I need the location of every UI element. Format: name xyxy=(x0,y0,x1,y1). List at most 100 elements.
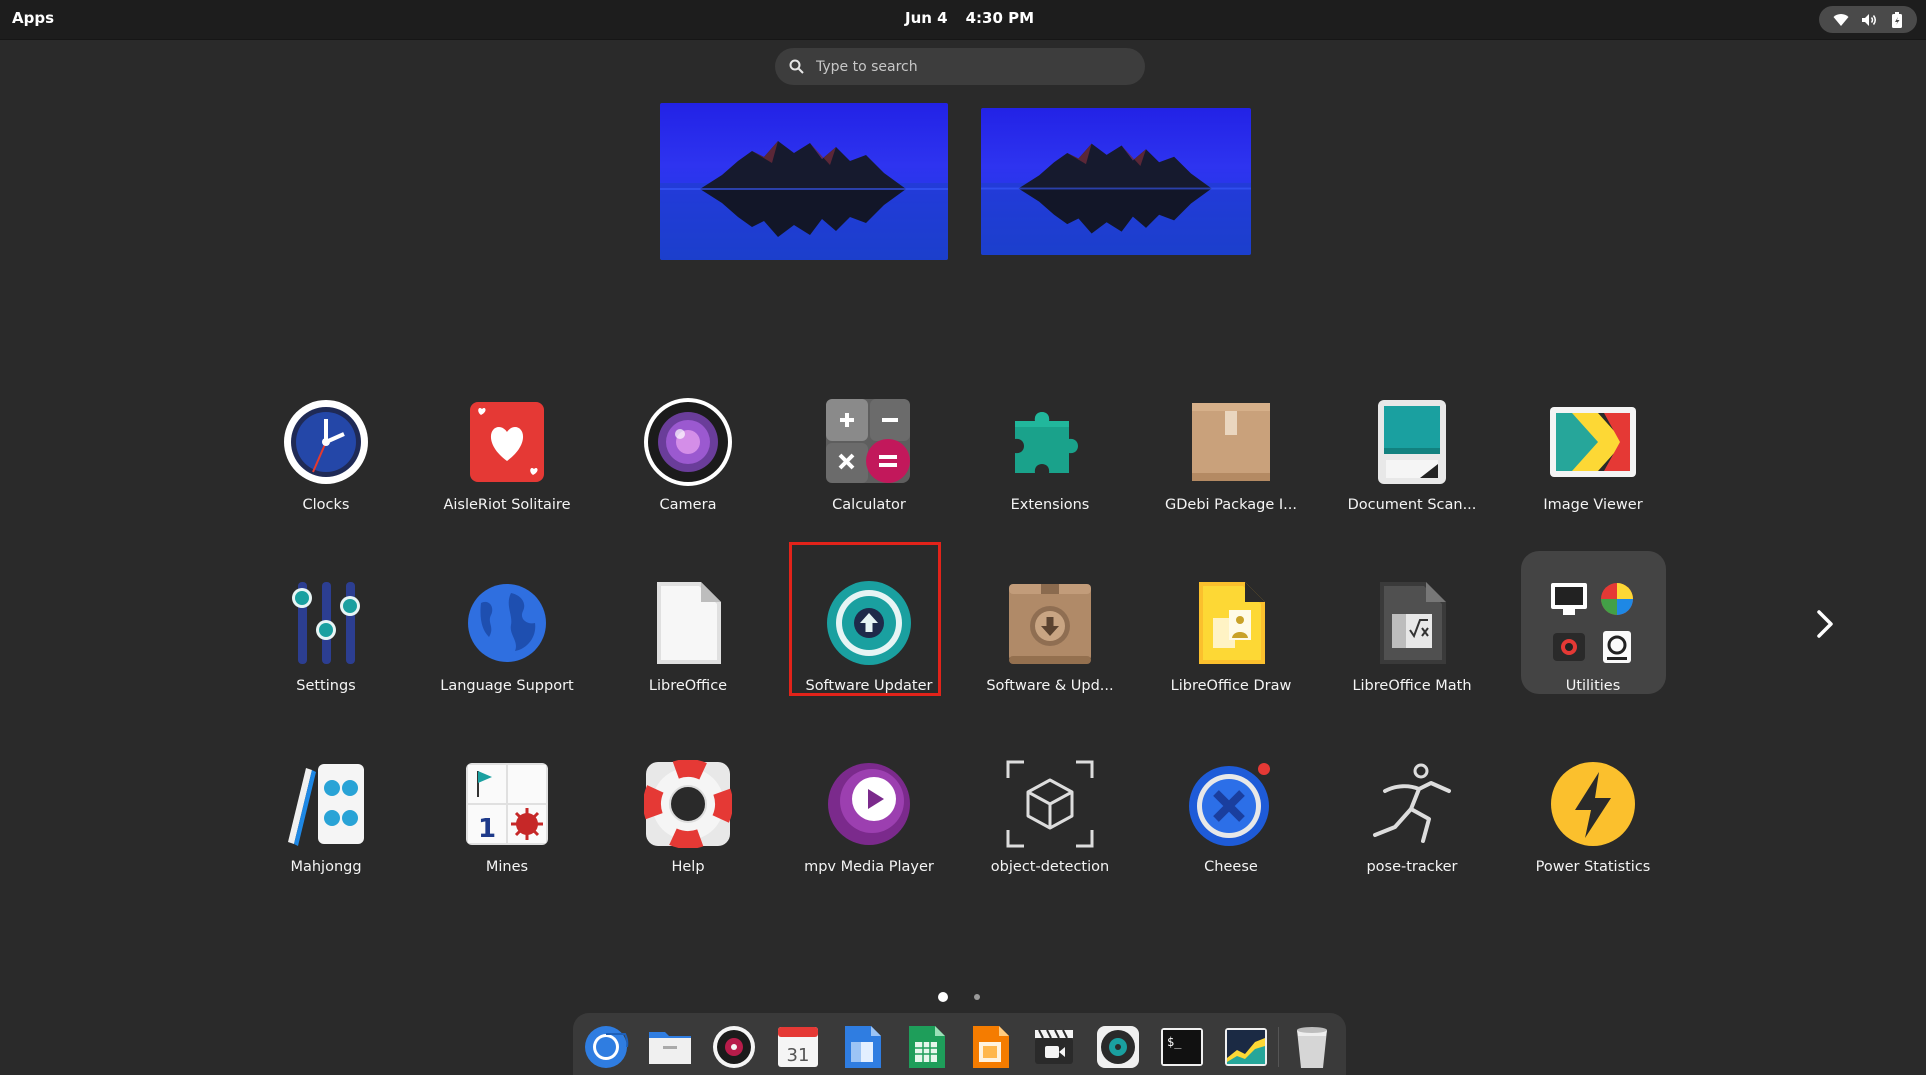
video-editor-icon[interactable] xyxy=(1031,1024,1077,1070)
app-aisleriot-solitaire[interactable]: AisleRiot Solitaire xyxy=(422,376,592,526)
app-mahjongg[interactable]: Mahjongg xyxy=(241,738,411,888)
app-document-scanner[interactable]: Document Scan... xyxy=(1327,376,1497,526)
app-label: LibreOffice xyxy=(648,678,728,694)
app-object-detection[interactable]: object-detection xyxy=(965,738,1135,888)
activities-button[interactable]: Apps xyxy=(12,9,54,27)
next-page-arrow-icon[interactable] xyxy=(1810,604,1840,644)
terminal-icon[interactable]: $_ xyxy=(1159,1024,1205,1070)
search-bar[interactable] xyxy=(775,48,1145,85)
libreoffice-draw-icon xyxy=(1199,582,1265,664)
cube-icon xyxy=(1006,760,1094,848)
impress-icon[interactable] xyxy=(967,1024,1013,1070)
calc-icon[interactable] xyxy=(903,1024,949,1070)
date-time-button[interactable]: Jun 4 4:30 PM xyxy=(905,9,1034,27)
app-label: Cheese xyxy=(1204,859,1258,875)
app-label: Image Viewer xyxy=(1543,497,1643,513)
disk-icon[interactable] xyxy=(1095,1024,1141,1070)
app-help[interactable]: Help xyxy=(603,738,773,888)
app-libreoffice-draw[interactable]: LibreOffice Draw xyxy=(1146,557,1316,707)
image-viewer-icon xyxy=(1550,407,1636,477)
app-label: object-detection xyxy=(990,859,1110,875)
app-extensions[interactable]: Extensions xyxy=(965,376,1135,526)
scanner-icon xyxy=(1378,400,1446,484)
time-label: 4:30 PM xyxy=(965,9,1035,27)
rhythmbox-icon[interactable] xyxy=(711,1024,757,1070)
date-label: Jun 4 xyxy=(905,9,948,27)
app-label: mpv Media Player xyxy=(804,859,934,875)
mountain-wallpaper-icon xyxy=(660,141,948,260)
app-label: Software & Upd... xyxy=(986,678,1114,694)
libreoffice-math-icon xyxy=(1380,582,1446,664)
mpv-icon xyxy=(828,763,910,845)
settings-icon xyxy=(292,582,360,664)
app-label: LibreOffice Math xyxy=(1352,678,1472,694)
wifi-icon xyxy=(1833,13,1849,26)
screenshot-icon xyxy=(1553,633,1585,661)
solitaire-icon xyxy=(470,402,544,482)
top-bar: Apps Jun 4 4:30 PM xyxy=(0,0,1926,40)
app-folder-utilities[interactable]: Utilities xyxy=(1508,557,1678,707)
app-libreoffice[interactable]: LibreOffice xyxy=(603,557,773,707)
terminal-prompt: $_ xyxy=(1167,1035,1182,1049)
camera-icon xyxy=(644,398,732,486)
app-label: Language Support xyxy=(440,678,574,694)
puzzle-icon xyxy=(1015,412,1078,473)
app-mpv-media-player[interactable]: mpv Media Player xyxy=(784,738,954,888)
search-input[interactable] xyxy=(814,57,1118,76)
app-label: Mines xyxy=(485,859,529,875)
cheese-icon xyxy=(1189,763,1270,846)
app-power-statistics[interactable]: Power Statistics xyxy=(1508,738,1678,888)
calculator-icon xyxy=(826,399,910,483)
app-label: Settings xyxy=(296,678,356,694)
system-monitor-icon[interactable] xyxy=(1223,1024,1269,1070)
chromium-icon[interactable] xyxy=(583,1024,629,1070)
app-settings[interactable]: Settings xyxy=(241,557,411,707)
app-label: pose-tracker xyxy=(1366,859,1458,875)
utilities-folder-preview xyxy=(1545,575,1641,671)
app-label: Mahjongg xyxy=(290,859,362,875)
software-sources-icon xyxy=(1009,584,1091,664)
app-pose-tracker[interactable]: pose-tracker xyxy=(1327,738,1497,888)
screen-icon xyxy=(1551,583,1587,615)
app-libreoffice-math[interactable]: LibreOffice Math xyxy=(1327,557,1497,707)
lifebuoy-icon xyxy=(644,760,732,848)
app-label: AisleRiot Solitaire xyxy=(443,497,571,513)
app-label: Help xyxy=(671,859,705,875)
app-mines[interactable]: 1 Mines xyxy=(422,738,592,888)
system-tray[interactable] xyxy=(1819,6,1917,33)
trash-icon[interactable] xyxy=(1289,1024,1335,1070)
battery-icon xyxy=(1892,11,1902,28)
clocks-icon xyxy=(284,400,368,484)
search-icon xyxy=(789,59,804,74)
libreoffice-icon xyxy=(657,582,721,664)
app-clocks[interactable]: Clocks xyxy=(241,376,411,526)
calendar-day: 31 xyxy=(787,1045,810,1066)
mountain-wallpaper-icon xyxy=(981,143,1251,255)
mines-icon: 1 xyxy=(466,763,548,845)
writer-icon[interactable] xyxy=(839,1024,885,1070)
workspace-thumbnail-2[interactable] xyxy=(981,108,1251,255)
page-indicator-1[interactable] xyxy=(938,992,948,1002)
app-label: Document Scan... xyxy=(1347,497,1477,513)
calendar-icon[interactable]: 31 xyxy=(775,1024,821,1070)
app-label: Extensions xyxy=(1010,497,1090,513)
app-calculator[interactable]: Calculator xyxy=(784,376,954,526)
dock-separator xyxy=(1278,1027,1279,1067)
app-label: GDebi Package I... xyxy=(1165,497,1297,513)
selection-highlight xyxy=(789,542,941,696)
app-software-and-updates[interactable]: Software & Upd... xyxy=(965,557,1135,707)
app-language-support[interactable]: Language Support xyxy=(422,557,592,707)
app-label: Clocks xyxy=(302,497,350,513)
app-cheese[interactable]: Cheese xyxy=(1146,738,1316,888)
app-camera[interactable]: Camera xyxy=(603,376,773,526)
disks-icon xyxy=(1603,631,1631,663)
workspace-thumbnail-1[interactable] xyxy=(660,103,948,260)
app-label: LibreOffice Draw xyxy=(1170,678,1292,694)
page-indicator-2[interactable] xyxy=(974,994,980,1000)
app-image-viewer[interactable]: Image Viewer xyxy=(1508,376,1678,526)
app-gdebi-package-installer[interactable]: GDebi Package I... xyxy=(1146,376,1316,526)
files-icon[interactable] xyxy=(647,1024,693,1070)
volume-icon xyxy=(1862,13,1876,26)
mahjongg-icon xyxy=(288,764,364,846)
running-figure-icon xyxy=(1373,763,1451,843)
